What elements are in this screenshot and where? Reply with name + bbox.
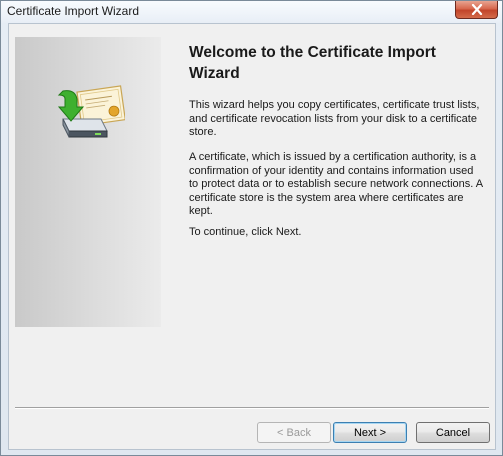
close-button[interactable] <box>455 1 498 19</box>
certificate-import-icon <box>57 85 125 138</box>
page-heading: Welcome to the Certificate Import Wizard <box>189 44 436 82</box>
next-button[interactable]: Next > <box>333 422 407 443</box>
cancel-button[interactable]: Cancel <box>416 422 490 443</box>
intro-text: This wizard helps you copy certificates,… <box>189 99 480 138</box>
continue-instruction-text: To continue, click Next. <box>189 226 302 238</box>
button-separator <box>15 407 489 409</box>
back-button[interactable]: < Back <box>257 422 331 443</box>
title-bar[interactable]: Certificate Import Wizard <box>1 1 502 23</box>
wizard-side-panel <box>15 37 161 327</box>
wizard-window: Certificate Import Wizard Welcome to the… <box>0 0 503 456</box>
certificate-description-text: A certificate, which is issued by a cert… <box>189 151 483 217</box>
wizard-page: Welcome to the Certificate Import Wizard… <box>8 23 496 450</box>
close-icon <box>471 4 483 15</box>
window-title: Certificate Import Wizard <box>7 4 140 18</box>
